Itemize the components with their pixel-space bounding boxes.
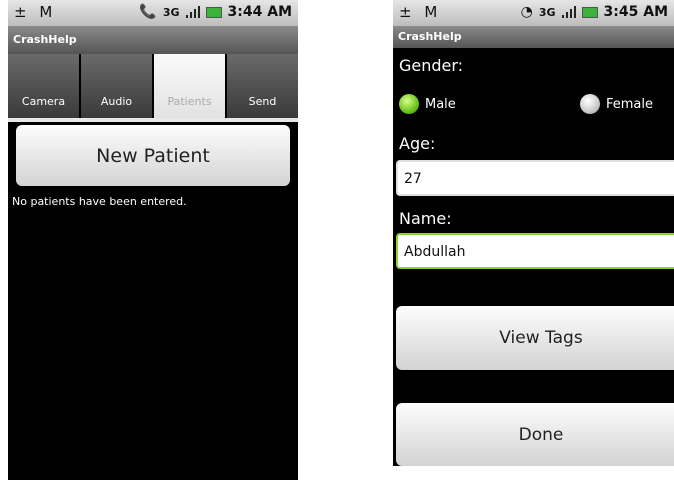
done-button[interactable]: Done — [396, 403, 674, 466]
name-label: Name: — [399, 209, 452, 228]
radio-unchecked-icon — [580, 94, 600, 114]
phone-icon: 📞 — [139, 4, 157, 20]
gender-male-radio[interactable]: Male — [399, 94, 456, 114]
gender-female-label: Female — [606, 96, 654, 112]
age-field[interactable]: 27 — [396, 160, 674, 196]
gender-female-radio[interactable]: Female — [580, 94, 653, 114]
tab-bar: Camera Audio Patients Send — [8, 54, 298, 118]
signal-icon — [185, 6, 200, 18]
status-bar: ± M ◔ 3G 3:45 AM — [393, 0, 674, 26]
battery-icon — [581, 6, 598, 18]
new-patient-button[interactable]: New Patient — [16, 125, 290, 186]
tab-camera[interactable]: Camera — [8, 54, 79, 118]
status-bar: ± M 📞 3G 3:44 AM — [8, 0, 298, 26]
battery-icon — [205, 6, 222, 18]
sync-icon: ◔ — [520, 4, 533, 20]
patients-screen: ± M 📞 3G 3:44 AM CrashHelp Camera Audio … — [8, 0, 298, 480]
network-type: 3G — [162, 5, 180, 19]
tab-patients[interactable]: Patients — [154, 54, 225, 118]
age-label: Age: — [399, 134, 436, 153]
notification-icons: ± M — [14, 3, 57, 21]
network-type: 3G — [538, 5, 556, 19]
gender-male-label: Male — [425, 96, 456, 112]
gender-label: Gender: — [399, 56, 464, 75]
patient-form-screen: ± M ◔ 3G 3:45 AM CrashHelp Gender: Male … — [393, 0, 674, 466]
view-tags-button[interactable]: View Tags — [396, 306, 674, 370]
tab-indicator-line — [8, 118, 298, 122]
radio-checked-icon — [399, 94, 419, 114]
clock: 3:45 AM — [603, 4, 668, 20]
notification-icons: ± M — [399, 3, 442, 21]
tab-send[interactable]: Send — [227, 54, 298, 118]
signal-icon — [561, 6, 576, 18]
tab-audio[interactable]: Audio — [81, 54, 152, 118]
name-field[interactable]: Abdullah — [396, 233, 674, 269]
clock: 3:44 AM — [227, 4, 292, 20]
app-title: CrashHelp — [8, 26, 298, 54]
app-title: CrashHelp — [393, 26, 674, 48]
empty-message: No patients have been entered. — [12, 195, 187, 208]
